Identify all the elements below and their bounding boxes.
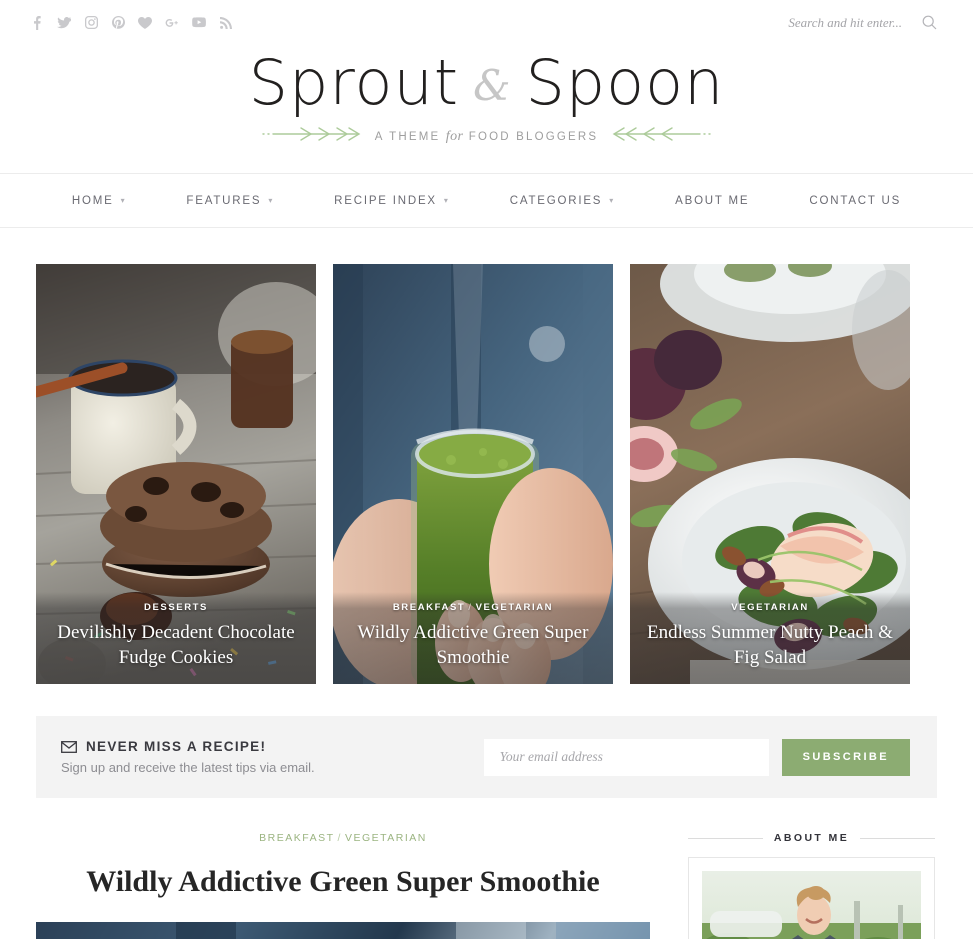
nav-label-categories: Categories [509,194,603,207]
chevron-down-icon: ▾ [268,195,275,205]
newsletter-title: Never miss a recipe! [86,739,267,755]
tagline-before: A theme [374,130,446,143]
featured-card-desserts[interactable]: Desserts Devilishly Decadent Chocolate F… [36,264,316,685]
card-title[interactable]: Endless Summer Nutty Peach & Fig Salad [644,620,896,670]
nav-list: Home ▾ Features ▾ Recipe Index ▾ Categor… [42,195,931,207]
newsletter-title-row: Never miss a recipe! [61,739,315,754]
rss-icon[interactable] [219,15,233,30]
twitter-icon[interactable] [57,15,71,30]
card-caption: Breakfast / Vegetarian Wildly Addictive Gr… [333,592,613,685]
main-column: Breakfast / Vegetarian Wildly Addictive Gr… [36,832,650,939]
category-separator: / [468,602,473,614]
chevron-down-icon: ▾ [609,195,616,205]
search-box [722,14,937,31]
logo-ampersand: & [473,61,512,110]
nav-item-about-me[interactable]: About Me [645,195,779,207]
card-title[interactable]: Wildly Addictive Green Super Smoothie [347,620,599,670]
tagline-row: A theme for Food Bloggers [0,126,973,147]
logo-word-left: Sprout [248,46,460,119]
logo-word-right: Spoon [525,46,725,119]
post-category[interactable]: Breakfast / Vegetarian [36,832,650,844]
nav-item-categories[interactable]: Categories ▾ [480,195,645,207]
category-separator: / [337,832,342,845]
post-category-label-2: Vegetarian [344,832,427,845]
nav-item-features[interactable]: Features ▾ [156,195,304,207]
instagram-icon[interactable] [84,15,98,30]
card-category[interactable]: Vegetarian [731,602,809,613]
site-logo[interactable]: Sprout & Spoon [0,51,973,114]
nav-label-contact-us: Contact Us [809,194,902,207]
newsletter-subtitle: Sign up and receive the latest tips via … [61,760,315,776]
widget-rule-left [688,837,763,839]
newsletter-text: Never miss a recipe! Sign up and receive… [61,739,315,775]
featured-card-salad[interactable]: Vegetarian Endless Summer Nutty Peach & … [630,264,910,685]
featured-cards: Desserts Devilishly Decadent Chocolate F… [36,228,937,685]
card-title[interactable]: Devilishly Decadent Chocolate Fudge Cook… [50,620,302,670]
newsletter-form: Subscribe [483,738,910,776]
card-category-label: Desserts [143,602,208,614]
card-caption: Desserts Devilishly Decadent Chocolate F… [36,592,316,685]
post-category-label: Breakfast [259,832,335,845]
nav-label-about-me: About Me [675,194,750,207]
card-category-label-2: Vegetarian [475,602,554,614]
tagline-after: Food Bloggers [463,130,599,143]
bloglovin-heart-icon[interactable] [138,15,152,30]
nav-label-recipe-index: Recipe Index [334,194,437,207]
search-input[interactable] [722,14,902,31]
google-plus-icon[interactable] [165,15,179,30]
card-category[interactable]: Breakfast / Vegetarian [393,602,553,613]
sidebar: About Me [688,832,936,939]
nav-item-home[interactable]: Home ▾ [42,195,157,207]
main-navigation: Home ▾ Features ▾ Recipe Index ▾ Categor… [0,173,973,229]
youtube-icon[interactable] [192,15,206,30]
newsletter-signup: Never miss a recipe! Sign up and receive… [36,716,937,799]
post-title[interactable]: Wildly Addictive Green Super Smoothie [36,864,650,900]
featured-card-smoothie[interactable]: Breakfast / Vegetarian Wildly Addictive Gr… [333,264,613,685]
content-wrapper: Desserts Devilishly Decadent Chocolate F… [0,228,973,939]
chevron-down-icon: ▾ [120,195,127,205]
nav-label-features: Features [186,194,262,207]
page-root: Sprout&Spoon A theme for Food Bloggers [0,0,973,939]
search-icon[interactable] [922,15,937,30]
subscribe-button[interactable]: Subscribe [781,738,910,776]
masthead: Sprout & Spoon A theme for Food Bloggers [0,45,973,173]
email-input[interactable] [483,738,769,776]
body-grid: Breakfast / Vegetarian Wildly Addictive Gr… [36,798,937,939]
nav-label-home: Home [71,194,114,207]
facebook-icon[interactable] [30,15,44,30]
about-me-widget [688,857,935,939]
leaf-arrow-right-icon [612,126,712,147]
card-category[interactable]: Desserts [144,602,208,613]
tagline: A theme for Food Bloggers [375,129,599,145]
top-bar [0,0,973,45]
tagline-italic: for [445,128,464,144]
chevron-down-icon: ▾ [443,195,450,205]
nav-item-contact-us[interactable]: Contact Us [779,195,931,207]
leaf-arrow-left-icon [261,126,361,147]
envelope-icon [61,740,77,753]
widget-rule-right [860,837,936,839]
card-category-label: Breakfast [392,602,466,614]
nav-item-recipe-index[interactable]: Recipe Index ▾ [304,195,480,207]
pinterest-icon[interactable] [111,15,125,30]
about-me-photo [702,871,921,939]
card-caption: Vegetarian Endless Summer Nutty Peach & … [630,592,910,685]
widget-header-about-me: About Me [688,832,936,845]
post-featured-image[interactable] [36,922,650,939]
widget-title: About Me [773,832,850,845]
social-links [30,15,233,30]
card-category-label: Vegetarian [731,602,809,614]
